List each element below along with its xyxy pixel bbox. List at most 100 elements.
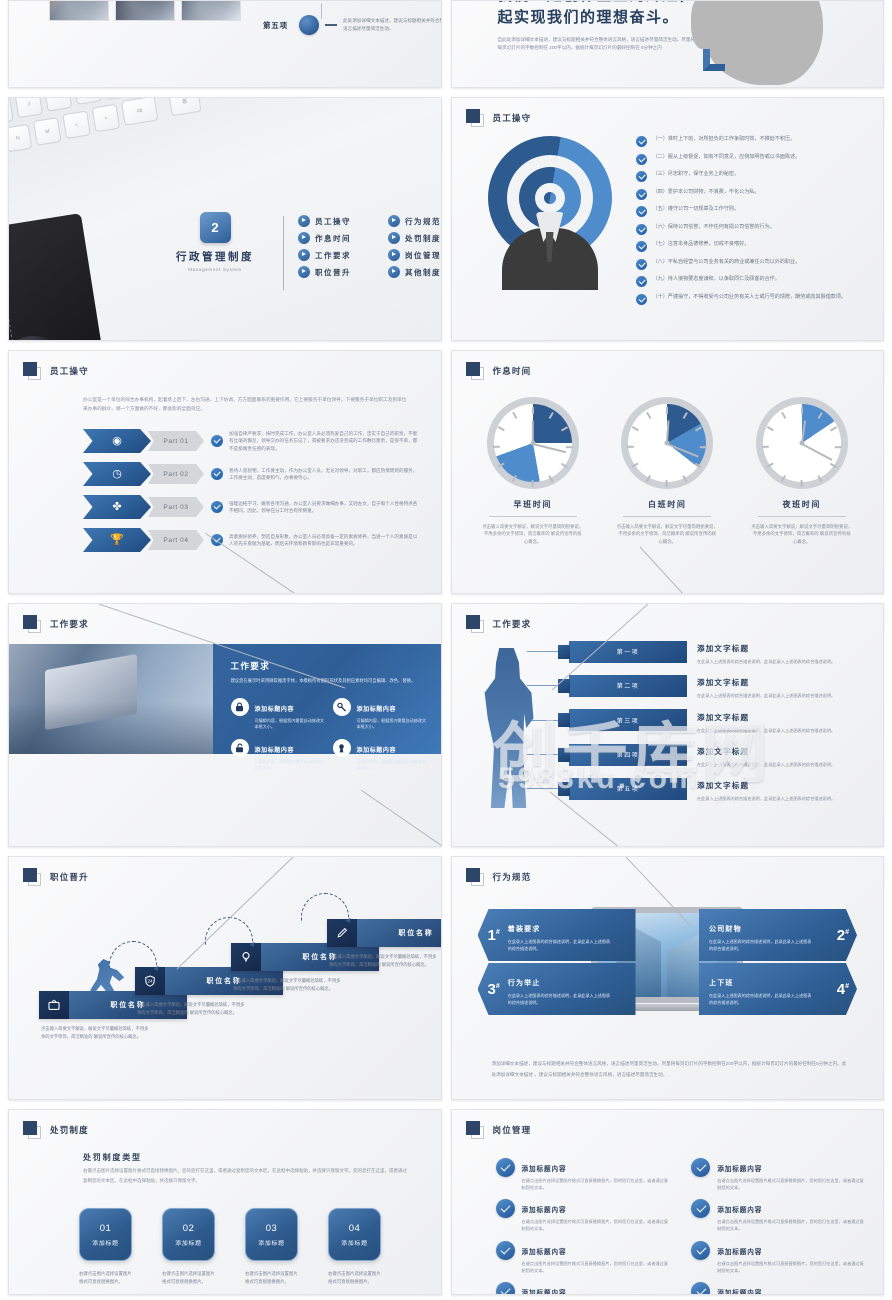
lead-paragraph: 办公室是一个单位的综合办事机构，起着承上启下、左右沟通、上下协调、方方面面联系的… [83,397,407,412]
check-circle-icon [495,1199,515,1219]
clock-column: 白班时间 点击输入简要文字解说，解说文字尽量简明扼要说，不用多余的文字修饰，简洁… [608,397,726,545]
lock-closed-icon [230,697,249,716]
part-icon-arrow: ✤ [83,495,151,519]
numbered-card[interactable]: 04 添加标题 [328,1208,381,1261]
card-column: 02 添加标题 右键点击图片选择设置图片格式可直接替换图片。 [162,1208,219,1285]
card-text: 右键点击图片选择设置图片格式可直接替换图片。 [79,1271,132,1284]
agenda-item-2[interactable]: 行为规范 [388,215,441,227]
slide-punishment-system[interactable]: 处罚制度 处罚制度类型 右键点击图片选择设置图片格式可直接替换图片，您的您打在这… [8,1109,442,1295]
part-icon-arrow: ◉ [83,429,151,453]
check-circle-icon [691,1282,711,1294]
numbered-card[interactable]: 02 添加标题 [162,1208,215,1261]
svg-text:24: 24 [148,979,153,984]
slide-management-system[interactable]: H J ? Ctrl ← ▼ N M < > Alt 蓉 [8,97,442,341]
target-illustration [464,132,636,322]
list-item: （八）不私自经营与公司业务有关的商业或兼任公司以外的职业。 [635,258,872,270]
item-title: 添加标题内容 [717,1166,763,1173]
square-badge-icon [465,615,486,633]
ribbon-tag: 第二项 [558,674,687,697]
section-title-cn: 行政管理制度 [176,251,254,263]
item-text: 右键点击图片选择设置图片格式可直接替换图片，您的您打在这里，或者通过复制您的文本… [521,1178,669,1190]
agenda-item-3[interactable]: 作息时间 [298,232,372,244]
section-number: 2 [199,212,231,243]
ribbon-text: 在此录入上述图表的综合描述说明，此录此录入上述图表的综合描述说明。 [697,796,836,802]
list-item: 添加标题内容右键点击图片选择设置图片格式可直接替换图片，您的您打在这里，或者通过… [495,1282,670,1295]
play-icon [388,266,400,278]
clock-title: 白班时间 [648,500,687,509]
agenda-menu: 员工操守 行为规范 作息时间 处罚制度 工作要求 岗位管理 职位晋升 其他制度 [298,215,441,278]
clock-icon [621,397,714,489]
check-circle-icon [635,241,647,252]
hero-body-text: 自此处添加详细文本描述，建议与标题相关并符合整体语言风格，语言描述尽量简洁生动。… [497,36,696,50]
part-row: 🏆 Part 04 高素质好修养，塑造自身形象，办公室人员必须具备一定的素质修养… [83,528,425,552]
slide-photos-timeline[interactable]: 第四项 此处添加详细文本描述，建议与标题相关并符合整体语言风格，语言描述尽量简洁… [8,0,442,88]
check-circle-icon [635,171,647,182]
keyboard-key: 蓉 [168,98,202,117]
list-item-text: （四）爱护本公司财物，不浪费，不化公为私。 [652,188,760,195]
slide-behavior-standards[interactable]: 行为规范 1# 着装要求 在此录入上述图表的综合描述说明，此录此录入上述图表的综合… [450,856,884,1100]
slide-work-requirements-ribbons[interactable]: 工作要求 第一项 添加文字标题 在此录入上述图表的综合描述说明，此录此录入上述图表… [450,603,884,847]
item-text: 可编辑内容，根据您内需要自动修改文本框大小。 [254,717,325,730]
part-label: Part 01 [148,431,204,451]
list-item: （十）严谨操守，不得收受与公司业务有关人士或行号的馈赠，酬劳或向其赊借款项。 [635,293,872,305]
agenda-item-7[interactable]: 职位晋升 [298,266,372,278]
list-item: （二）服从上级督促，如有不同意见，应侧加明告或以书面陈述。 [635,153,872,165]
list-item: 添加标题内容右键点击图片选择设置图片格式可直接替换图片，您的您打在这里，或者通过… [691,1199,865,1232]
list-item: 添加标题内容 可编辑内容，根据您内需要自动修改文本框大小。 [230,738,325,772]
divider [488,516,577,517]
item-title: 添加标题内容 [521,1207,567,1215]
card-text: 右键点击图片选择设置图片格式可直接替换图片。 [245,1271,298,1284]
list-item: （三）尽忠职守，保守业务上的秘密。 [635,171,872,182]
numbered-card[interactable]: 01 添加标题 [79,1208,132,1261]
check-circle-icon [691,1199,711,1219]
slide-employee-conduct-parts[interactable]: 员工操守 办公室是一个单位的综合办事机构，起着承上启下、左右沟通、上下协调、方方… [8,350,442,594]
tag-title: 上下班 [709,980,734,988]
slide-hero-heading[interactable]: 我们一起创作企业的辉煌，一 起实现我们的理想奋斗。 自此处添加详细文本描述，建议… [450,0,884,88]
photo-strip [49,1,241,21]
slide-position-management[interactable]: 岗位管理 添加标题内容 右键点击图片选择设置图片格式可直接替换图片，您的您打在这里… [450,1109,884,1295]
section-title-en: Management System [188,267,242,272]
pen-icon [327,919,357,947]
list-item: 添加标题内容右键点击图片选择设置图片格式可直接替换图片，您的您打在这里，或者通过… [495,1240,670,1274]
agenda-item-5[interactable]: 工作要求 [298,249,372,261]
key-icon [332,697,351,716]
square-badge-icon [465,868,486,886]
numbered-card[interactable]: 03 添加标题 [245,1208,298,1261]
network-icon: ✤ [112,500,122,513]
part-label: Part 03 [148,497,204,517]
ribbon-title: 添加文字标题 [697,781,750,791]
agenda-item-4[interactable]: 处罚制度 [388,232,441,244]
slide-work-requirements-photo[interactable]: 工作要求 工作要求 建议您在展示时采用微软雅黑字体，本模板所有图形形状及其相应素… [8,603,442,847]
agenda-item-6[interactable]: 岗位管理 [388,249,441,261]
item-title: 添加标题内容 [521,1290,567,1295]
behavior-tag: 3# 行为举止 在此录入上述图表的综合描述说明，此录此录入上述图表的综合描述说明。 [477,963,636,1015]
item-text: 可编辑内容，根据您内需要自动修改文本框大小。 [356,758,427,771]
card-column: 01 添加标题 右键点击图片选择设置图片格式可直接替换图片。 [79,1208,136,1285]
slide-promotion-staircase[interactable]: 职位晋升 职位名称 点击输入简要文字解说，解说文字尽量概括简练，不用多余的文字修… [8,856,442,1100]
play-icon [298,249,310,261]
slide-employee-conduct-target[interactable]: 员工操守 （一）准时上下班，对所担负的工作争取时效，不推延不积压。 （二）服从上… [450,97,884,341]
corner-bracket-icon [703,49,725,71]
agenda-item-8[interactable]: 其他制度 [388,266,441,278]
keyboard-key [73,98,102,105]
check-circle-icon [635,206,647,217]
clock-icon [755,397,848,489]
part-text: 加强自律严要求，按时完成工作，办公室人员必须热爱自己的工作，忠实于自己的职责，不… [229,430,418,451]
check-circle-icon [691,1158,711,1177]
section-header: 工作要求 [465,615,532,633]
check-circle-icon [635,258,647,270]
thumbnail-row-3: 员工操守 办公室是一个单位的综合办事机构，起着承上启下、左右沟通、上下协调、方方… [8,350,884,594]
staircase-step: 职位名称 点击输入简要文字解说，解说文字尽量概括简练，不用多余的文字修饰，简洁精… [327,919,441,968]
agenda-item-1[interactable]: 员工操守 [298,215,372,227]
step-text: 点击输入简要文字解说，解说文字尽量概括简练，不用多余的文字修饰，简洁精准的 解说… [233,978,341,991]
thumbnail-row-2: H J ? Ctrl ← ▼ N M < > Alt 蓉 [8,97,884,341]
slide-work-hours-clocks[interactable]: 作息时间 早班时间 点击输入简要文字解说，解说文字尽量简明扼要说，不用多余的文字… [450,350,884,594]
item-title: 添加标题内容 [254,706,295,713]
item-title: 添加标题内容 [717,1207,763,1215]
check-circle-icon [635,293,647,305]
card-label: 添加标题 [341,1240,368,1247]
step-text: 点击输入简要文字解说，解说文字尽量概括简练，不用多余的文字修饰，简洁精准的 解说… [329,954,437,967]
tag-number: 4# [836,980,849,998]
list-item-text: （十）严谨操守，不得收受与公司业务有关人士或行号的馈赠，酬劳或向其赊借款项。 [652,293,847,300]
tag-title: 着装要求 [507,926,541,934]
